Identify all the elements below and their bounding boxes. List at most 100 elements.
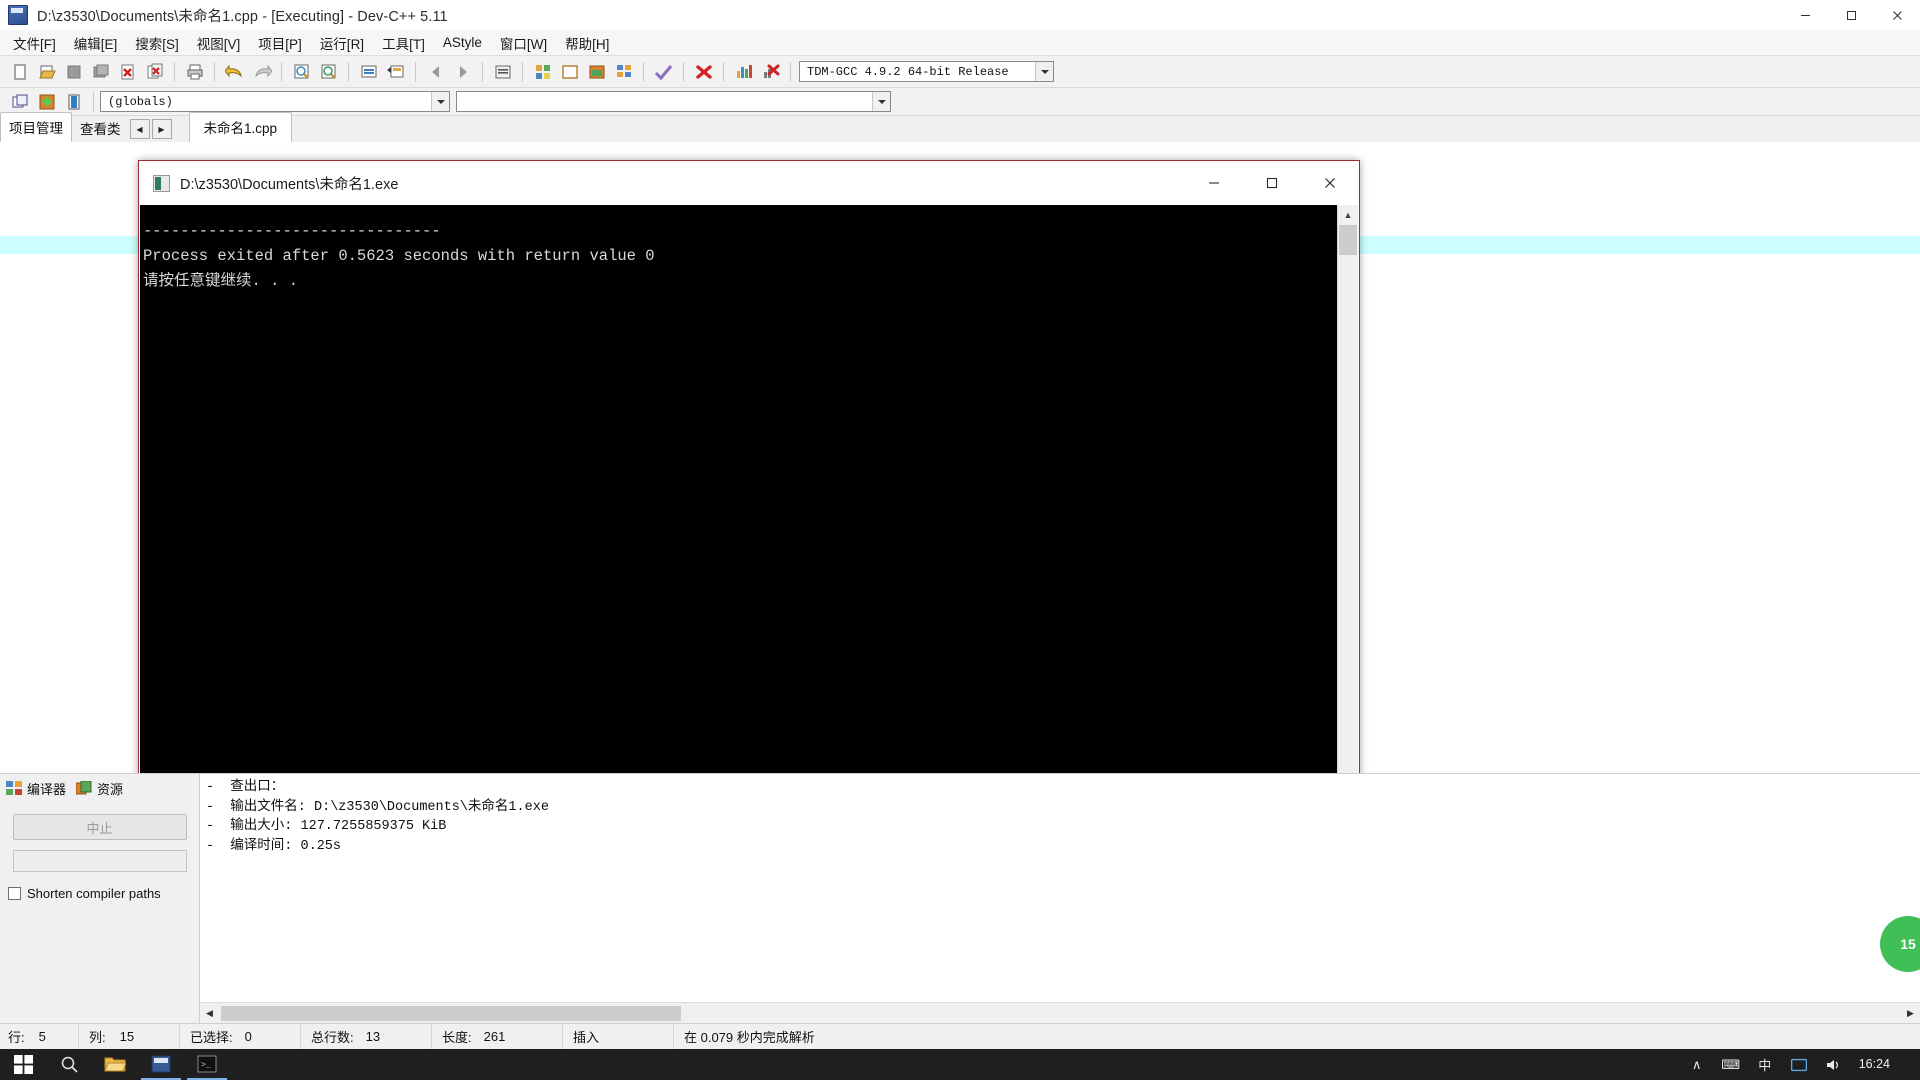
abort-compilation-icon[interactable] [758,60,783,84]
debug-icon[interactable] [651,60,676,84]
menu-item-edit[interactable]: 编辑[E] [65,30,127,56]
goto-line-icon[interactable] [356,60,381,84]
rebuild-icon[interactable] [611,60,636,84]
log-scroll-right-icon[interactable]: ▶ [1901,1003,1920,1023]
console-maximize-button[interactable] [1243,161,1301,205]
minimize-button[interactable] [1782,0,1828,30]
show-hidden-icons-icon[interactable]: ∧ [1681,1049,1713,1080]
menu-item-help[interactable]: 帮助[H] [556,30,618,56]
panel-tab-resource-label: 资源 [97,781,124,797]
window-title: D:\z3530\Documents\未命名1.cpp - [Executing… [37,8,448,25]
volume-icon[interactable] [1817,1049,1849,1080]
print-icon[interactable] [182,60,207,84]
file-explorer-icon[interactable] [92,1049,138,1080]
tab-class-browser[interactable]: 查看类 [72,114,129,142]
tab-scroll-prev-icon[interactable]: ◀ [129,119,150,139]
redo-icon[interactable] [249,60,274,84]
shorten-paths-row[interactable]: Shorten compiler paths [8,886,199,901]
log-scroll-track[interactable] [219,1003,1901,1023]
delete-profiling-icon[interactable] [691,60,716,84]
toolbar-separator [643,61,644,82]
editor-tab-file[interactable]: 未命名1.cpp [188,112,293,142]
shorten-paths-checkbox[interactable] [8,887,21,900]
compiler-select[interactable]: TDM-GCC 4.9.2 64-bit Release [799,61,1054,82]
show-desktop-button[interactable] [1900,1049,1914,1080]
dev-cpp-icon[interactable] [138,1049,184,1080]
console-scroll-thumb[interactable] [1339,225,1357,255]
goto-function-icon[interactable] [383,60,408,84]
close-button[interactable] [1874,0,1920,30]
new-file-icon[interactable] [7,60,32,84]
save-all-icon[interactable] [88,60,113,84]
panel-tab-resource[interactable]: 资源 [76,779,123,798]
forward-icon[interactable] [450,60,475,84]
toolbar-separator [415,61,416,82]
tab-project-manager[interactable]: 项目管理 [0,112,72,142]
save-icon[interactable] [61,60,86,84]
console-scroll-up-icon[interactable]: ▲ [1338,205,1358,225]
menu-item-file[interactable]: 文件[F] [4,30,65,56]
screen-capture-icon[interactable] [1783,1049,1815,1080]
toolbar-separator [522,61,523,82]
menu-item-search[interactable]: 搜索[S] [126,30,188,56]
profile-analysis-icon[interactable] [731,60,756,84]
compile-run-icon[interactable] [584,60,609,84]
menu-item-tools[interactable]: 工具[T] [373,30,434,56]
system-tray: ∧ ⌨ 中 16:24 [1681,1049,1920,1080]
menu-item-run[interactable]: 运行[R] [311,30,373,56]
close-all-icon[interactable] [142,60,167,84]
status-col-label: 列: [89,1030,106,1045]
windows-start-icon[interactable] [0,1049,46,1080]
log-scroll-left-icon[interactable]: ◀ [200,1003,219,1023]
menu-item-astyle[interactable]: AStyle [434,32,491,53]
window-controls [1782,0,1920,30]
menu-item-view[interactable]: 视图[V] [188,30,250,56]
console-window-icon[interactable]: >_ [184,1049,230,1080]
chevron-down-icon[interactable] [431,92,449,111]
status-col: 列: 15 [79,1023,180,1050]
status-row-value: 5 [38,1029,46,1044]
console-close-button[interactable] [1301,161,1359,205]
abort-button[interactable]: 中止 [12,814,187,840]
log-line: - 输出文件名: D:\z3530\Documents\未命名1.exe [206,799,549,815]
replace-icon[interactable] [316,60,341,84]
svg-text:>_: >_ [201,1061,211,1070]
taskbar-clock[interactable]: 16:24 [1851,1058,1898,1071]
status-length: 长度: 261 [432,1023,563,1050]
find-icon[interactable] [289,60,314,84]
goto-bookmark-icon[interactable] [61,90,86,114]
status-length-value: 261 [483,1029,506,1044]
chevron-down-icon[interactable] [1035,62,1053,81]
console-minimize-button[interactable] [1185,161,1243,205]
scope-select[interactable]: (globals) [100,91,450,112]
compile-log-panel[interactable]: - 查出口： - 输出文件名: D:\z3530\Documents\未命名1.… [200,773,1920,1023]
insert-icon[interactable] [7,90,32,114]
toolbar-separator [93,91,94,112]
close-file-icon[interactable] [115,60,140,84]
search-cortana-icon[interactable] [46,1049,92,1080]
status-row: 行: 5 [0,1023,79,1050]
status-total-lines-value: 13 [365,1029,381,1044]
tab-bar: 项目管理 查看类 ◀ ▶ 未命名1.cpp [0,112,1920,143]
compile-icon[interactable] [530,60,555,84]
ime-chinese-icon[interactable]: 中 [1749,1049,1781,1080]
window-title-bar: D:\z3530\Documents\未命名1.cpp - [Executing… [0,0,1920,31]
chevron-down-icon[interactable] [872,92,890,111]
open-file-icon[interactable] [34,60,59,84]
back-icon[interactable] [423,60,448,84]
ime-keyboard-icon[interactable]: ⌨ [1715,1049,1747,1080]
menu-item-project[interactable]: 项目[P] [249,30,311,56]
compile-log-hscrollbar[interactable]: ◀ ▶ [200,1002,1920,1023]
compiler-output-side-panel: 编译器 资源 中止 Shorten compiler paths [0,773,200,1023]
member-select[interactable] [456,91,891,112]
panel-tab-compiler[interactable]: 编译器 [6,779,66,798]
undo-icon[interactable] [222,60,247,84]
compile-progress-bar [12,850,187,872]
toggle-bookmark-icon[interactable] [34,90,59,114]
log-scroll-thumb[interactable] [221,1005,681,1021]
toggle-panel-icon[interactable] [490,60,515,84]
run-icon[interactable] [557,60,582,84]
tab-scroll-next-icon[interactable]: ▶ [151,119,172,139]
menu-item-window[interactable]: 窗口[W] [491,30,556,56]
maximize-button[interactable] [1828,0,1874,30]
